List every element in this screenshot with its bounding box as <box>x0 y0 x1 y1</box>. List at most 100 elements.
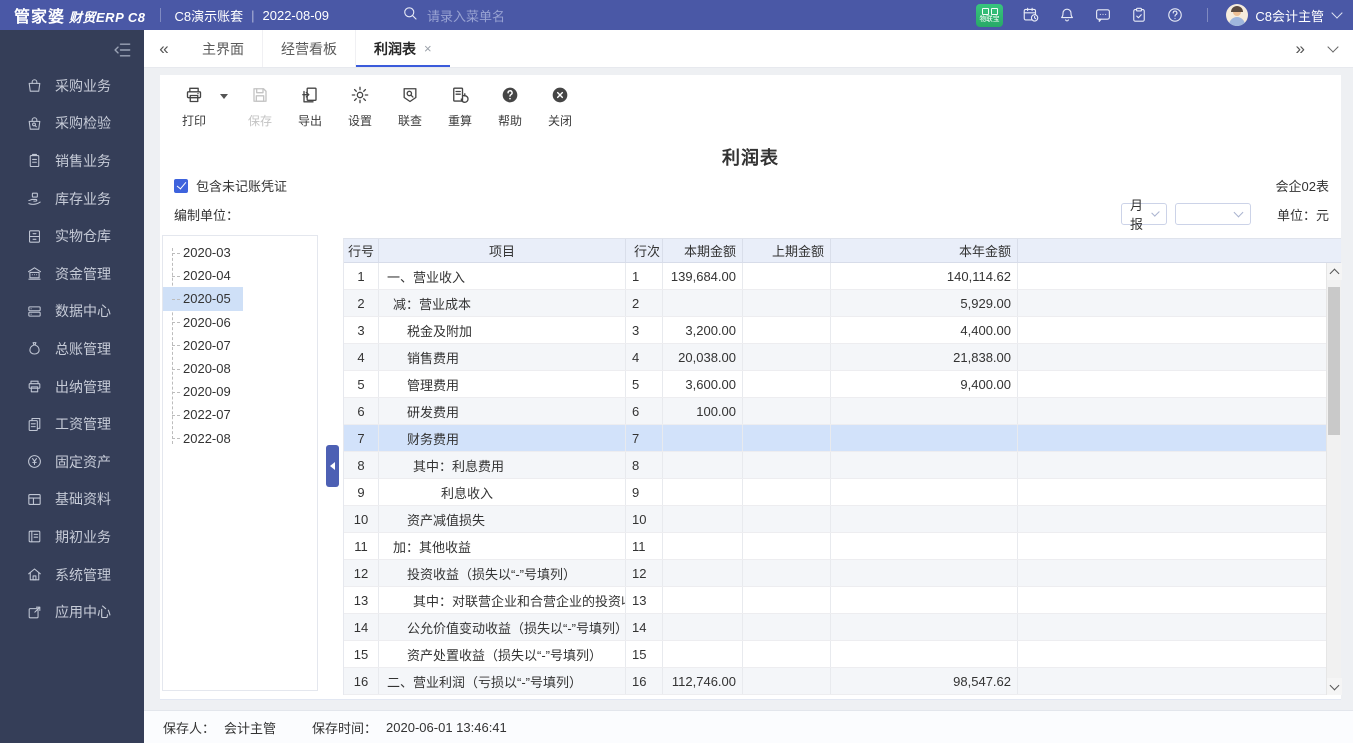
table-row-13[interactable]: 13其中：对联营企业和合营企业的投资收益13 <box>344 587 1341 614</box>
cell-col-row-number: 4 <box>344 344 379 370</box>
sidebar-item-期初业务[interactable]: 期初业务 <box>0 518 144 556</box>
main-area: 打印保存导出设置联查重算帮助关闭 利润表 包含未记账凭证 会企02表 编制单位：… <box>144 68 1353 710</box>
tab-利润表[interactable]: 利润表× <box>355 30 450 67</box>
toolbar-help-button[interactable]: 帮助 <box>488 85 532 129</box>
table-row-6[interactable]: 6研发费用6100.00 <box>344 398 1341 425</box>
table-row-14[interactable]: 14公允价值变动收益（损失以“-”号填列）14 <box>344 614 1341 641</box>
toolbar-print-button[interactable]: 打印 <box>172 85 216 129</box>
table-row-8[interactable]: 8其中：利息费用8 <box>344 452 1341 479</box>
table-row-16[interactable]: 16二、营业利润（亏损以“-”号填列）16112,746.0098,547.62 <box>344 668 1341 695</box>
period-value-select[interactable] <box>1175 203 1251 225</box>
tabs-more-chevron-down-icon[interactable] <box>1327 41 1338 52</box>
tabs-scroll-right-icon[interactable]: » <box>1296 39 1305 59</box>
sidebar-item-资金管理[interactable]: 资金管理 <box>0 255 144 293</box>
table-row-3[interactable]: 3税金及附加33,200.004,400.00 <box>344 317 1341 344</box>
iot-applet-badge[interactable]: 物联宝 <box>976 4 1003 27</box>
period-item-2020-05[interactable]: 2020-05 <box>163 287 243 310</box>
period-type-select[interactable]: 月报 <box>1121 203 1167 225</box>
toolbar-save-button[interactable]: 保存 <box>238 85 282 129</box>
sidebar-item-应用中心[interactable]: 应用中心 <box>0 593 144 631</box>
cell-col-line-number: 7 <box>626 425 663 451</box>
toolbar-close-button[interactable]: 关闭 <box>538 85 582 129</box>
sidebar-item-实物仓库[interactable]: 实物仓库 <box>0 217 144 255</box>
business-date[interactable]: 2022-08-09 <box>263 8 330 23</box>
period-item-2020-09[interactable]: 2020-09 <box>163 380 243 403</box>
user-avatar[interactable] <box>1226 4 1248 26</box>
header-col-filler <box>1018 239 1341 262</box>
sidebar-collapse-icon[interactable] <box>113 40 133 65</box>
table-row-10[interactable]: 10资产减值损失10 <box>344 506 1341 533</box>
toolbar-recalc-button[interactable]: 重算 <box>438 85 482 129</box>
tabs-scroll-left-icon[interactable]: « <box>144 30 184 67</box>
scrollbar-thumb[interactable] <box>1328 287 1340 435</box>
cell-col-current-amount <box>663 290 743 316</box>
table-row-7[interactable]: 7财务费用7 <box>344 425 1341 452</box>
scroll-up-icon[interactable] <box>1327 263 1342 280</box>
sidebar-item-销售业务[interactable]: 销售业务 <box>0 142 144 180</box>
cell-col-item: 二、营业利润（亏损以“-”号填列） <box>379 668 626 694</box>
clipboard-icon[interactable] <box>1121 6 1157 24</box>
opening-icon <box>25 528 43 546</box>
table-vertical-scrollbar[interactable] <box>1326 263 1341 695</box>
sidebar-item-出纳管理[interactable]: 出纳管理 <box>0 368 144 406</box>
message-icon[interactable] <box>1085 6 1121 24</box>
period-item-2022-07[interactable]: 2022-07 <box>163 403 243 426</box>
menu-search-input[interactable]: 请录入菜单名 <box>401 4 505 27</box>
sidebar-item-label: 总账管理 <box>55 339 111 359</box>
account-set-name[interactable]: C8演示账套 <box>175 6 244 25</box>
tab-close-icon[interactable]: × <box>424 41 432 56</box>
table-row-4[interactable]: 4销售费用420,038.0021,838.00 <box>344 344 1341 371</box>
table-row-2[interactable]: 2减：营业成本25,929.00 <box>344 290 1341 317</box>
collapse-period-panel-handle[interactable] <box>326 445 339 487</box>
purchase-icon <box>25 77 43 95</box>
table-row-12[interactable]: 12投资收益（损失以“-”号填列）12 <box>344 560 1341 587</box>
sidebar-item-label: 工资管理 <box>55 414 111 434</box>
cell-col-year-amount: 98,547.62 <box>831 668 1018 694</box>
sidebar-item-固定资产[interactable]: 固定资产 <box>0 443 144 481</box>
toolbar-button-label: 导出 <box>298 112 322 129</box>
toolbar-settings-button[interactable]: 设置 <box>338 85 382 129</box>
sidebar-item-库存业务[interactable]: 库存业务 <box>0 180 144 218</box>
sidebar-item-基础资料[interactable]: 基础资料 <box>0 481 144 519</box>
sidebar-item-采购检验[interactable]: 采购检验 <box>0 105 144 143</box>
bell-icon[interactable] <box>1049 6 1085 24</box>
cell-col-filler <box>1018 344 1341 370</box>
table-row-11[interactable]: 11加：其他收益11 <box>344 533 1341 560</box>
period-item-2020-03[interactable]: 2020-03 <box>163 241 243 264</box>
user-name[interactable]: C8会计主管 <box>1255 6 1324 25</box>
period-list-panel: 2020-032020-042020-052020-062020-072020-… <box>162 235 318 691</box>
user-menu-chevron-down-icon[interactable] <box>1331 7 1342 18</box>
period-item-2020-07[interactable]: 2020-07 <box>163 334 243 357</box>
toolbar-export-button[interactable]: 导出 <box>288 85 332 129</box>
sidebar-item-label: 实物仓库 <box>55 226 111 246</box>
toolbar-drill-button[interactable]: 联查 <box>388 85 432 129</box>
cell-col-item: 销售费用 <box>379 344 626 370</box>
sidebar-item-工资管理[interactable]: 工资管理 <box>0 405 144 443</box>
tab-经营看板[interactable]: 经营看板 <box>262 30 355 67</box>
sidebar-item-系统管理[interactable]: 系统管理 <box>0 556 144 594</box>
cell-col-year-amount <box>831 533 1018 559</box>
print-dropdown-caret-icon[interactable] <box>220 94 228 103</box>
help-circle-icon[interactable] <box>1157 6 1193 24</box>
period-item-2020-04[interactable]: 2020-04 <box>163 264 243 287</box>
table-row-1[interactable]: 1一、营业收入1139,684.00140,114.62 <box>344 263 1341 290</box>
header-col-line-number: 行次 <box>626 239 663 262</box>
period-item-2020-08[interactable]: 2020-08 <box>163 357 243 380</box>
schedule-icon[interactable] <box>1013 6 1049 24</box>
table-row-5[interactable]: 5管理费用53,600.009,400.00 <box>344 371 1341 398</box>
table-row-15[interactable]: 15资产处置收益（损失以“-”号填列）15 <box>344 641 1341 668</box>
table-row-9[interactable]: 9利息收入9 <box>344 479 1341 506</box>
scroll-down-icon[interactable] <box>1327 678 1342 695</box>
sidebar-item-总账管理[interactable]: 总账管理 <box>0 330 144 368</box>
cell-col-row-number: 16 <box>344 668 379 694</box>
cell-col-year-amount <box>831 506 1018 532</box>
tab-主界面[interactable]: 主界面 <box>184 30 262 67</box>
include-unposted-checkbox[interactable]: 包含未记账凭证 <box>174 176 287 195</box>
period-item-2020-06[interactable]: 2020-06 <box>163 311 243 334</box>
base-data-icon <box>25 490 43 508</box>
sidebar-item-数据中心[interactable]: 数据中心 <box>0 293 144 331</box>
cell-col-item: 公允价值变动收益（损失以“-”号填列） <box>379 614 626 640</box>
ledger-icon <box>25 340 43 358</box>
period-item-2022-08[interactable]: 2022-08 <box>163 427 243 450</box>
sidebar-item-采购业务[interactable]: 采购业务 <box>0 67 144 105</box>
